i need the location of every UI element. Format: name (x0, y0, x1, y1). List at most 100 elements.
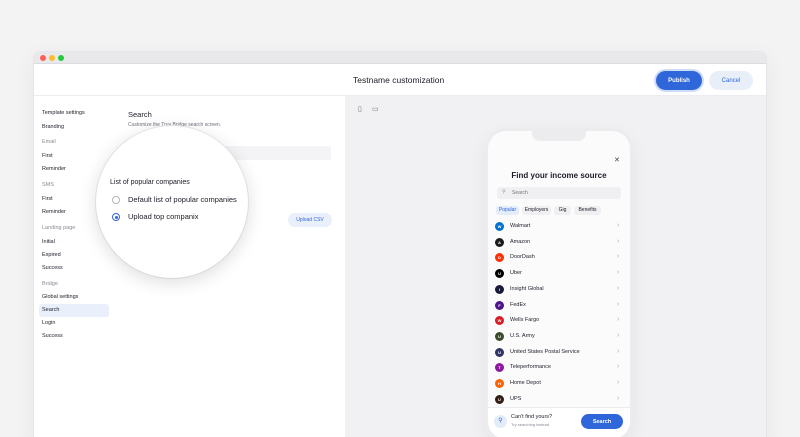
chevron-right-icon: › (617, 394, 620, 402)
settings-field[interactable] (223, 146, 331, 160)
sidebar-group-bridge: Bridge (42, 281, 58, 287)
chevron-right-icon: › (617, 379, 620, 386)
sidebar-item-email-reminder[interactable]: Reminder (42, 166, 66, 172)
company-logo-icon: H (495, 379, 504, 388)
company-name: Insight Global (510, 285, 544, 292)
popular-companies-heading: List of popular companies (110, 179, 190, 186)
company-row[interactable]: I Insight Global › (488, 282, 630, 298)
tab-benefits[interactable]: Benefits (574, 206, 601, 215)
company-name: Wells Fargo (510, 317, 540, 324)
top-bar: Testname customization Publish Cancel (34, 64, 766, 96)
tab-gig[interactable]: Gig (554, 206, 571, 215)
company-logo-icon: U (495, 394, 504, 404)
company-logo-icon: W (495, 222, 504, 231)
company-name: Teleperformance (510, 364, 551, 371)
phone-notch (532, 131, 586, 141)
publish-button[interactable]: Publish (656, 71, 702, 90)
company-row[interactable]: U UPS › (488, 392, 630, 408)
company-logo-icon: W (495, 316, 504, 326)
sidebar-item-sms-reminder[interactable]: Reminder (42, 209, 66, 215)
preview-search-input[interactable] (512, 189, 612, 197)
company-name: UPS (510, 395, 522, 402)
sidebar-item-template-settings[interactable]: Template settings (42, 110, 85, 116)
sidebar-item-login[interactable]: Login (42, 320, 55, 326)
company-logo-icon: U (495, 347, 504, 357)
company-name: Uber (510, 270, 522, 277)
preview-search[interactable]: ⚲ (497, 187, 621, 199)
magnifier-callout: List of popular companies Default list o… (96, 126, 248, 278)
chevron-right-icon: › (617, 222, 620, 229)
cancel-button[interactable]: Cancel (709, 71, 753, 90)
sidebar-item-email-first[interactable]: First (42, 153, 53, 159)
company-row[interactable]: F FedEx › (488, 298, 630, 314)
radio-default-list-label: Default list of popular companies (128, 195, 237, 204)
close-window-dot[interactable] (40, 55, 46, 61)
sidebar-item-search[interactable]: Search (42, 307, 59, 313)
section-title: Search (128, 110, 152, 119)
minimize-window-dot[interactable] (49, 55, 55, 61)
company-row[interactable]: D DoorDash › (488, 250, 630, 266)
company-logo-icon: U (495, 269, 504, 279)
search-icon: ⚲ (502, 189, 506, 195)
sidebar-item-landing-initial[interactable]: Initial (42, 239, 55, 245)
desktop-device-icon[interactable]: ▭ (372, 105, 379, 113)
radio-upload-top-label: Upload top companix (128, 212, 199, 221)
company-name: U.S. Army (510, 332, 535, 339)
company-row[interactable]: H Home Depot › (488, 376, 630, 392)
company-row[interactable]: W Wells Fargo › (488, 313, 630, 329)
chevron-right-icon: › (617, 347, 620, 355)
sidebar-group-landing-page: Landing page (42, 225, 76, 231)
footer-search-button[interactable]: Search (581, 414, 623, 429)
chevron-right-icon: › (617, 237, 620, 245)
chevron-right-icon: › (617, 269, 620, 277)
company-logo-icon: T (495, 363, 504, 373)
tab-employers[interactable]: Employers (522, 206, 551, 215)
company-row[interactable]: W Walmart › (488, 219, 630, 235)
chevron-right-icon: › (617, 284, 620, 292)
company-row[interactable]: U Uber › (488, 266, 630, 282)
company-row[interactable]: U U.S. Army › (488, 329, 630, 345)
chevron-right-icon: › (617, 300, 620, 308)
mobile-device-icon[interactable]: ▯ (358, 105, 362, 113)
company-name: Walmart (510, 223, 531, 229)
company-row[interactable]: A Amazon › (488, 235, 630, 251)
help-search-icon: ⚲ (494, 415, 507, 428)
phone-preview: ✕ Find your income source ⚲ Popular Empl… (488, 131, 630, 437)
company-logo-icon: A (495, 237, 504, 247)
sidebar-item-bridge-success[interactable]: Success (42, 333, 63, 339)
company-logo-icon: I (495, 284, 504, 294)
tab-popular[interactable]: Popular (496, 206, 519, 215)
footer-title: Can't find yours? (511, 414, 553, 420)
sidebar: Template settings Branding Email First R… (34, 96, 114, 437)
sidebar-item-landing-expired[interactable]: Expired (42, 252, 61, 258)
chevron-right-icon: › (617, 316, 620, 324)
sidebar-item-sms-first[interactable]: First (42, 196, 53, 202)
radio-upload-top[interactable] (112, 213, 120, 221)
preview-panel: ▯ ▭ ✕ Find your income source ⚲ Popular … (345, 96, 766, 437)
close-icon[interactable]: ✕ (614, 156, 620, 164)
company-name: DoorDash (510, 254, 535, 261)
window-titlebar (34, 52, 766, 64)
company-name: Amazon (510, 238, 531, 245)
maximize-window-dot[interactable] (58, 55, 64, 61)
chevron-right-icon: › (617, 331, 620, 339)
company-row[interactable]: T Teleperformance › (488, 360, 630, 376)
sidebar-item-landing-success[interactable]: Success (42, 265, 63, 271)
company-name: United States Postal Service (510, 348, 580, 355)
preview-footer: ⚲ Can't find yours? Try searching instea… (488, 407, 630, 437)
sidebar-group-sms: SMS (42, 182, 54, 188)
radio-default-list[interactable] (112, 196, 120, 204)
chevron-right-icon: › (617, 363, 620, 371)
company-name: Home Depot (510, 380, 541, 386)
company-row[interactable]: U United States Postal Service › (488, 345, 630, 361)
footer-subtitle: Try searching instead (511, 422, 550, 427)
company-logo-icon: D (495, 253, 504, 263)
sidebar-item-global-settings[interactable]: Global settings (42, 294, 78, 300)
page-title: Testname customization (353, 75, 445, 85)
sidebar-item-branding[interactable]: Branding (42, 124, 64, 130)
company-name: FedEx (510, 301, 526, 308)
preview-title: Find your income source (511, 171, 607, 180)
company-logo-icon: F (495, 300, 504, 310)
upload-csv-button[interactable]: Upload CSV (288, 213, 332, 227)
company-logo-icon: U (495, 331, 504, 341)
